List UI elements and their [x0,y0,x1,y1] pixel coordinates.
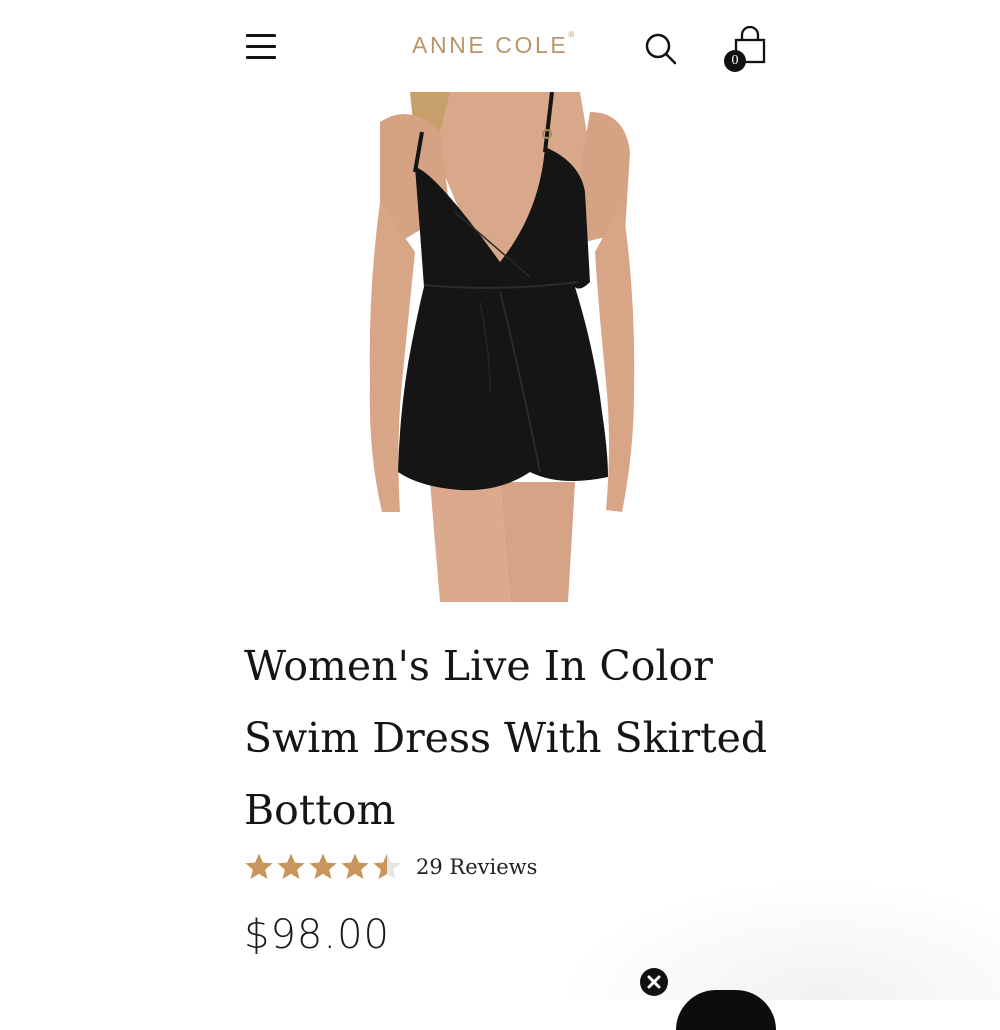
brand-logo[interactable]: ANNE COLE® [412,30,575,59]
product-title: Women's Live In Color Swim Dress With Sk… [244,642,768,834]
brand-name: ANNE COLE [412,32,569,58]
product-rating[interactable]: 29 Reviews [244,850,537,884]
star-icon [309,853,337,879]
hamburger-menu-icon[interactable] [244,30,278,62]
star-icon [245,853,273,879]
cart-count-badge: 0 [724,50,746,72]
star-icon [341,853,369,879]
star-icon [373,853,401,879]
reviews-link[interactable]: 29 Reviews [416,855,537,879]
shopping-bag-icon[interactable]: 0 [722,26,770,74]
registered-mark: ® [568,30,575,39]
star-rating [244,852,402,882]
close-icon[interactable] [640,968,668,996]
star-icon [277,853,305,879]
site-header: ANNE COLE® 0 [0,0,1000,92]
search-icon[interactable] [644,32,678,66]
popup-shadow [560,880,1000,1000]
product-price: $98.00 [244,912,390,958]
product-image[interactable] [340,91,660,602]
